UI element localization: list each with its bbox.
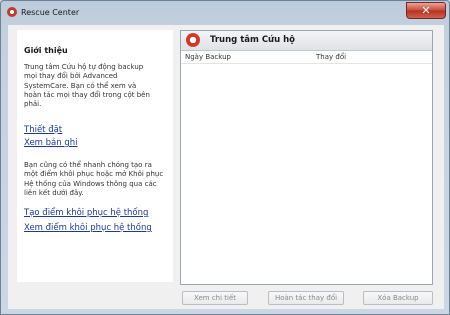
backup-list[interactable] (181, 64, 432, 284)
restore-line: một điểm khôi phục hoặc mở Khôi phục (24, 170, 164, 179)
rescue-app-icon (7, 7, 17, 17)
panel-header: Trung tâm Cứu hộ (181, 31, 432, 51)
window-title: Rescue Center (21, 8, 80, 17)
settings-link[interactable]: Thiết đặt (24, 125, 62, 135)
close-button[interactable]: ✕ (406, 2, 446, 19)
column-header-changes[interactable]: Thay đổi (316, 53, 346, 61)
intro-title: Giới thiệu (24, 46, 68, 55)
panel-title: Trung tâm Cứu hộ (210, 35, 296, 45)
rescue-center-icon (186, 33, 200, 47)
view-details-button[interactable]: Xem chi tiết (182, 291, 248, 305)
create-restore-point-link[interactable]: Tạo điểm khôi phục hệ thống (24, 208, 148, 218)
restore-line: Bạn cũng có thể nhanh chóng tạo ra (24, 161, 152, 169)
intro-description: Trung tâm Cứu hộ tự động backup mọi thay… (24, 63, 169, 109)
title-bar[interactable]: Rescue Center ✕ (1, 1, 449, 25)
intro-line: hoàn tác mọi thay đổi trong cột bên (24, 90, 150, 99)
restore-line: liên kết dưới đây. (24, 188, 84, 197)
restore-description: Bạn cũng có thể nhanh chóng tạo ra một đ… (24, 161, 169, 198)
intro-line: mọi thay đổi bởi Advanced (24, 72, 118, 81)
rescue-center-window: Rescue Center ✕ Giới thiệu Trung tâm Cứu… (0, 0, 450, 315)
backup-panel: Trung tâm Cứu hộ Ngày Backup Thay đổi (180, 30, 433, 285)
restore-line: Hệ thống của Windows thông qua các (24, 179, 157, 188)
undo-changes-button[interactable]: Hoàn tác thay đổi (268, 291, 344, 305)
intro-panel: Giới thiệu Trung tâm Cứu hộ tự động back… (17, 30, 173, 282)
intro-line: Trung tâm Cứu hộ tự động backup (24, 63, 144, 71)
intro-line: phải. (24, 100, 42, 109)
column-header-backup-date[interactable]: Ngày Backup (185, 53, 231, 61)
view-log-link[interactable]: Xem bản ghi (24, 138, 78, 148)
view-restore-point-link[interactable]: Xem điểm khôi phục hệ thống (24, 223, 152, 233)
window-content: Giới thiệu Trung tâm Cứu hộ tự động back… (8, 25, 444, 309)
delete-backup-button[interactable]: Xóa Backup (363, 291, 433, 305)
intro-line: SystemCare. Bạn có thể xem và (24, 81, 137, 90)
